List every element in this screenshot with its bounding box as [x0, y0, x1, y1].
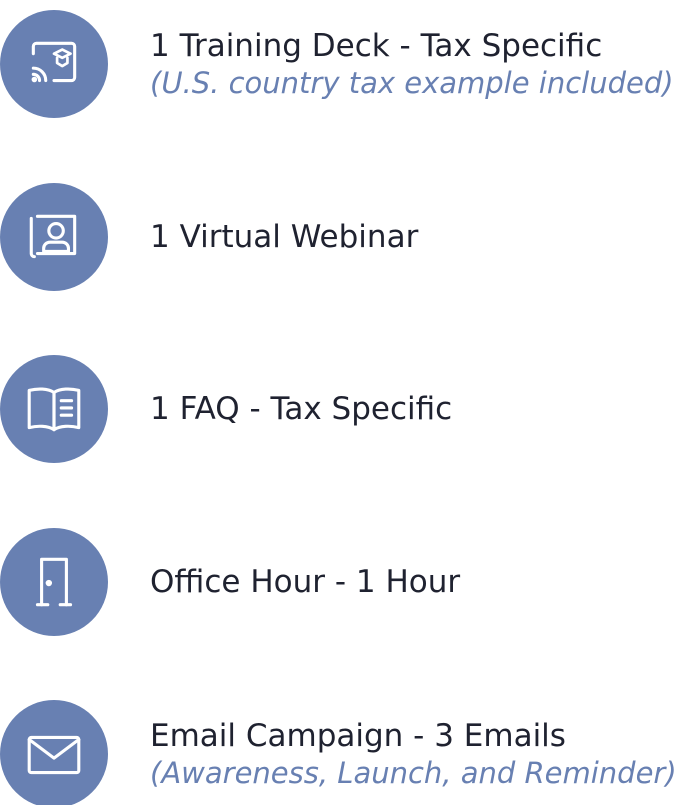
item-text: Email Campaign - 3 Emails (Awareness, La…: [150, 690, 677, 805]
envelope-icon: [0, 700, 108, 805]
item-title: 1 FAQ - Tax Specific: [150, 391, 453, 427]
list-item: Email Campaign - 3 Emails (Awareness, La…: [0, 690, 690, 805]
item-title: Office Hour - 1 Hour: [150, 564, 461, 600]
item-subtitle: (U.S. country tax example included): [150, 66, 674, 100]
item-title: Email Campaign - 3 Emails: [150, 718, 566, 754]
deliverables-list: 1 Training Deck - Tax Specific (U.S. cou…: [0, 0, 690, 805]
item-text: 1 FAQ - Tax Specific: [150, 345, 452, 473]
open-book-icon: [0, 355, 108, 463]
list-item: Office Hour - 1 Hour: [0, 518, 690, 636]
item-subtitle: (Awareness, Launch, and Reminder): [150, 756, 677, 790]
item-text: 1 Virtual Webinar: [150, 173, 418, 301]
list-item: 1 FAQ - Tax Specific: [0, 345, 690, 463]
item-title: 1 Training Deck - Tax Specific: [150, 28, 603, 64]
item-text: Office Hour - 1 Hour: [150, 518, 460, 646]
list-item: 1 Virtual Webinar: [0, 173, 690, 291]
door-icon: [0, 528, 108, 636]
item-title: 1 Virtual Webinar: [150, 219, 419, 255]
list-item: 1 Training Deck - Tax Specific (U.S. cou…: [0, 0, 690, 118]
item-text: 1 Training Deck - Tax Specific (U.S. cou…: [150, 0, 674, 128]
presentation-screen-icon: [0, 10, 108, 118]
webinar-user-icon: [0, 183, 108, 291]
